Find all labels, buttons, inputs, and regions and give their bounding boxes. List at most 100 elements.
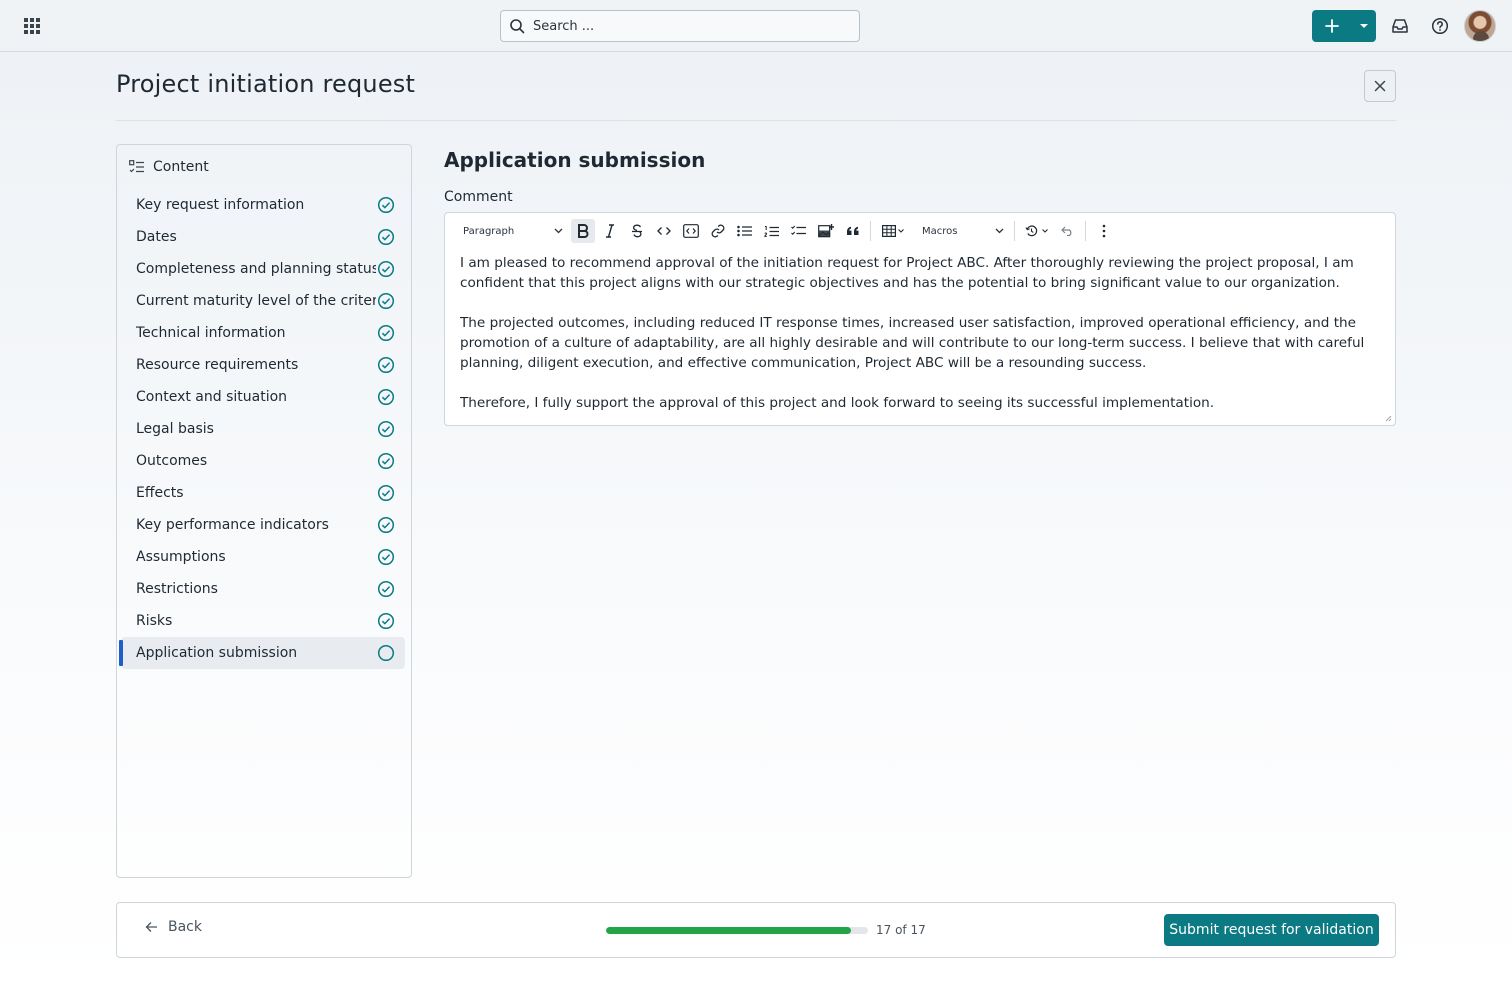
italic-button[interactable] — [598, 219, 622, 243]
help-icon[interactable] — [1430, 16, 1450, 36]
numbered-list-icon — [764, 225, 779, 237]
sidebar-item-label: Effects — [136, 485, 184, 501]
resize-handle-icon[interactable] — [1384, 414, 1392, 422]
paragraph: I am pleased to recommend approval of th… — [460, 255, 1354, 291]
create-button[interactable] — [1312, 10, 1376, 42]
sidebar-item-label: Restrictions — [136, 581, 218, 597]
task-list-button[interactable] — [787, 219, 811, 243]
block-format-value: Paragraph — [463, 225, 515, 237]
paragraph: Therefore, I fully support the approval … — [460, 395, 1215, 411]
more-vertical-icon — [1102, 224, 1105, 238]
check-circle-icon — [377, 484, 395, 502]
sidebar-item[interactable]: Technical information — [121, 317, 405, 349]
link-button[interactable] — [706, 219, 730, 243]
check-circle-icon — [377, 324, 395, 342]
toolbar-separator — [1014, 221, 1015, 241]
comment-editor[interactable]: Paragraph Macros I am pleased to recomme… — [444, 212, 1396, 426]
sidebar-item-label: Legal basis — [136, 421, 214, 437]
check-circle-icon — [377, 452, 395, 470]
sidebar-item[interactable]: Assumptions — [121, 541, 405, 573]
inbox-icon[interactable] — [1390, 16, 1410, 36]
sidebar-item[interactable]: Outcomes — [121, 445, 405, 477]
search-input[interactable] — [533, 18, 833, 34]
more-options-button[interactable] — [1092, 219, 1116, 243]
apps-grid-icon[interactable] — [24, 18, 40, 34]
blockquote-button[interactable] — [841, 219, 865, 243]
history-button[interactable] — [1021, 219, 1053, 243]
sidebar-item[interactable]: Completeness and planning status — [121, 253, 405, 285]
macros-select[interactable]: Macros — [914, 218, 1010, 244]
sidebar-item[interactable]: Key request information — [121, 189, 405, 221]
insert-table-button[interactable] — [877, 219, 909, 243]
sidebar-item-label: Technical information — [136, 325, 286, 341]
check-circle-icon — [377, 548, 395, 566]
chevron-down-icon — [554, 228, 563, 234]
sidebar-item[interactable]: Legal basis — [121, 413, 405, 445]
check-circle-icon — [377, 292, 395, 310]
sidebar-item[interactable]: Resource requirements — [121, 349, 405, 381]
sidebar-item-label: Context and situation — [136, 389, 288, 405]
sidebar-item[interactable]: Application submission — [119, 637, 405, 669]
plus-icon[interactable] — [1312, 10, 1352, 42]
macros-label: Macros — [922, 225, 958, 237]
sidebar-item[interactable]: Restrictions — [121, 573, 405, 605]
chevron-down-icon — [995, 228, 1004, 234]
insert-image-button[interactable] — [814, 219, 838, 243]
empty-circle-icon — [377, 644, 395, 662]
back-button[interactable]: Back — [145, 919, 202, 935]
section-nav: Key request information Dates Completeness… — [119, 189, 405, 669]
bullet-list-button[interactable] — [733, 219, 757, 243]
sidebar-item[interactable]: Dates — [121, 221, 405, 253]
check-circle-icon — [377, 420, 395, 438]
content-sidebar: Content Key request information Dates Comp… — [116, 144, 412, 878]
sidebar-item-label: Key performance indicators — [136, 517, 329, 533]
editor-content[interactable]: I am pleased to recommend approval of th… — [460, 253, 1382, 433]
avatar[interactable] — [1464, 10, 1496, 42]
code-button[interactable] — [652, 219, 676, 243]
undo-icon — [1061, 226, 1072, 236]
header-divider — [116, 120, 1396, 121]
progress-text: 17 of 17 — [876, 923, 926, 937]
code-block-icon — [682, 224, 699, 238]
arrow-left-icon — [145, 922, 157, 932]
sidebar-item[interactable]: Context and situation — [121, 381, 405, 413]
sidebar-item-label: Application submission — [136, 645, 298, 661]
check-circle-icon — [377, 388, 395, 406]
back-label: Back — [168, 919, 202, 935]
numbered-list-button[interactable] — [760, 219, 784, 243]
search-box[interactable] — [500, 10, 860, 42]
undo-button[interactable] — [1056, 219, 1080, 243]
chevron-down-icon[interactable] — [1352, 10, 1376, 42]
bold-button[interactable] — [570, 219, 595, 243]
progress-bar — [606, 927, 868, 934]
paragraph: The projected outcomes, including reduce… — [460, 315, 1365, 371]
sidebar-item-label: Current maturity level of the criteria — [136, 293, 376, 309]
close-button[interactable] — [1364, 70, 1396, 102]
sidebar-item[interactable]: Risks — [121, 605, 405, 637]
code-block-button[interactable] — [679, 219, 703, 243]
sidebar-item-label: Assumptions — [136, 549, 226, 565]
check-circle-icon — [377, 580, 395, 598]
progress-fill — [606, 927, 851, 934]
sidebar-item-label: Outcomes — [136, 453, 208, 469]
insert-image-icon — [817, 224, 834, 238]
sidebar-heading: Content — [129, 159, 209, 175]
italic-icon — [605, 224, 614, 238]
search-icon — [510, 19, 525, 34]
sidebar-item[interactable]: Effects — [121, 477, 405, 509]
toolbar-separator — [870, 221, 871, 241]
block-format-select[interactable]: Paragraph — [455, 218, 569, 244]
close-icon — [1374, 80, 1386, 92]
sidebar-item[interactable]: Current maturity level of the criteria — [121, 285, 405, 317]
section-title: Application submission — [444, 148, 706, 172]
strikethrough-button[interactable] — [625, 219, 649, 243]
sidebar-item-label: Risks — [136, 613, 173, 629]
check-circle-icon — [377, 260, 395, 278]
sidebar-item-label: Completeness and planning status — [136, 261, 376, 277]
strikethrough-icon — [631, 224, 642, 238]
code-icon — [656, 227, 671, 235]
bullet-list-icon — [737, 225, 752, 237]
sidebar-item[interactable]: Key performance indicators — [121, 509, 405, 541]
sidebar-item-label: Resource requirements — [136, 357, 299, 373]
submit-request-button[interactable]: Submit request for validation — [1164, 914, 1379, 946]
